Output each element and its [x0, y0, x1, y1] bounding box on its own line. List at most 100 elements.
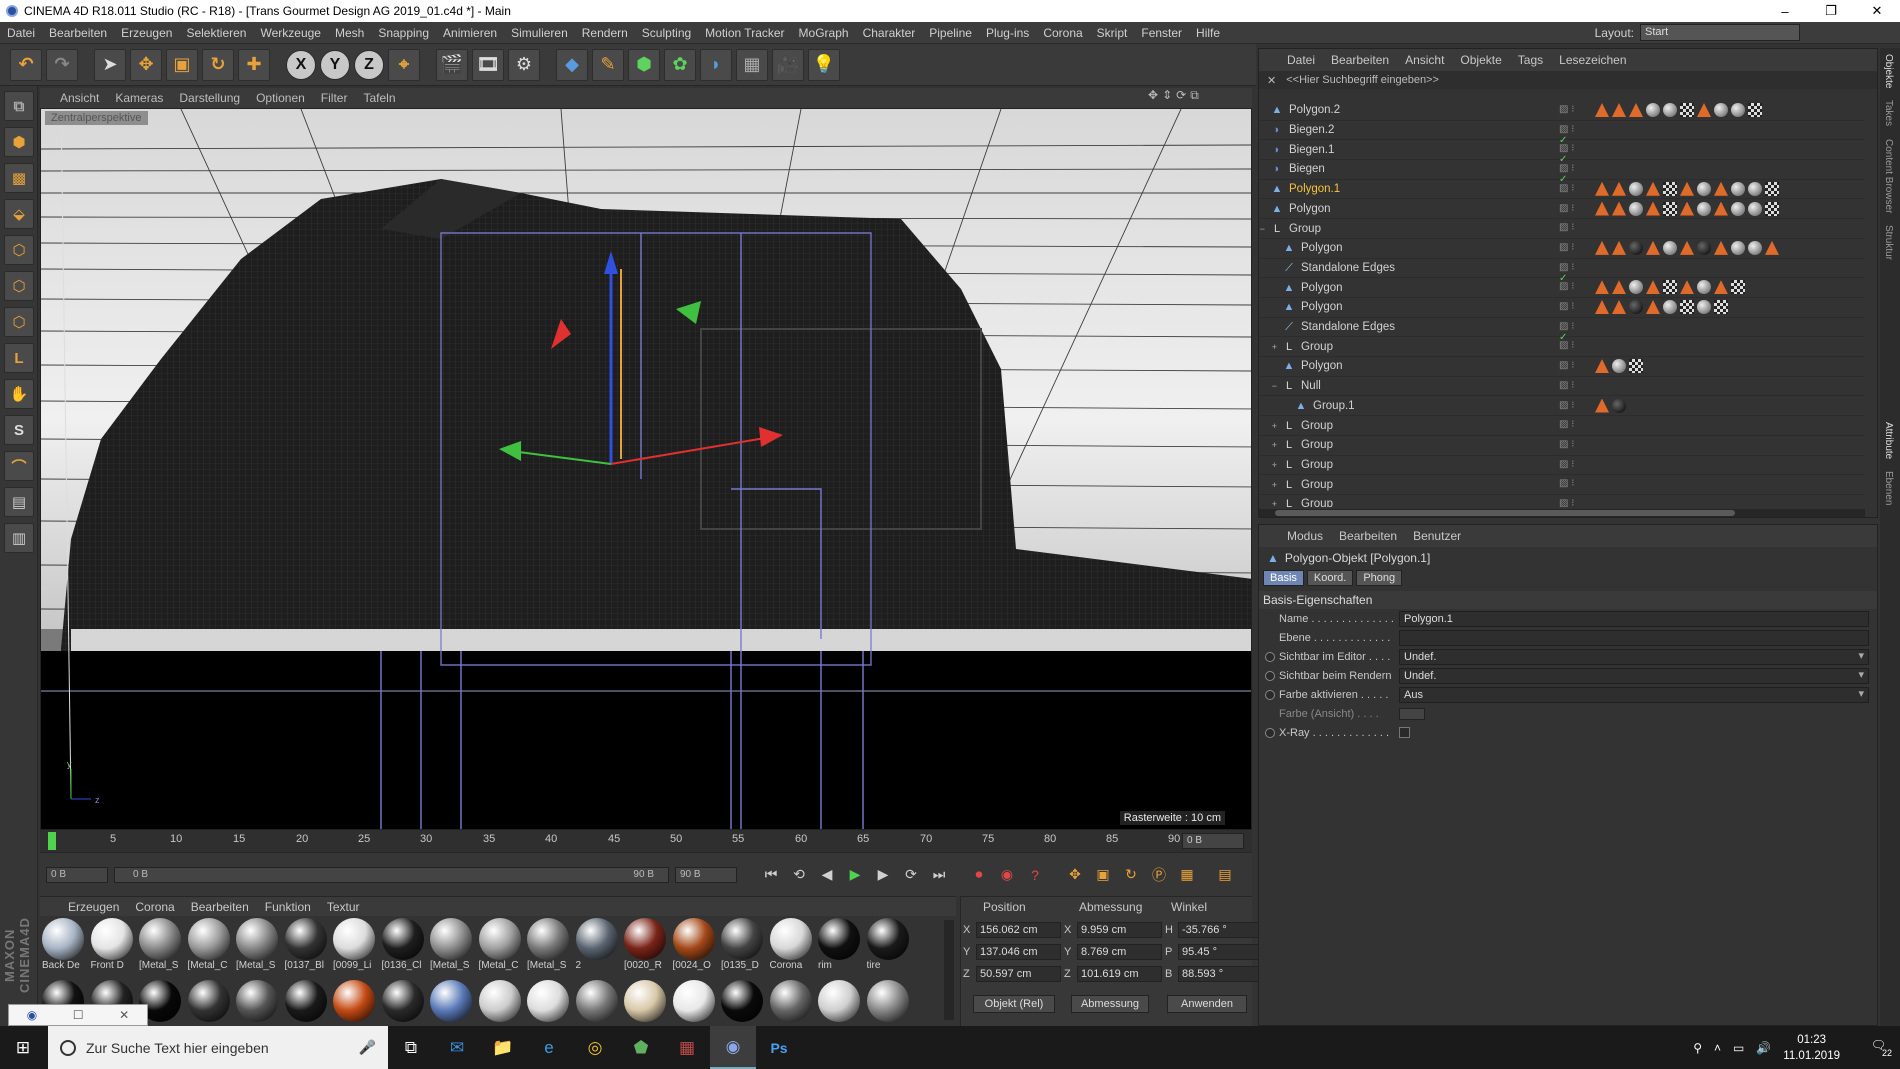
visibility-flags[interactable]: ▨ ⁝: [1559, 242, 1583, 256]
material-tag-icon[interactable]: [1629, 300, 1643, 314]
tree-expander[interactable]: +: [1259, 499, 1277, 507]
material-swatch[interactable]: [769, 980, 814, 1022]
tree-expander[interactable]: +: [1259, 460, 1277, 470]
material-swatch[interactable]: [624, 980, 668, 1022]
playhead-marker[interactable]: [48, 832, 56, 850]
tweak-mode-icon[interactable]: ✋: [4, 379, 34, 409]
object-row[interactable]: ⟋ Standalone Edges ▨ ⁝ ✓: [1259, 259, 1865, 284]
3d-viewport[interactable]: y z Zentralperspektive Rasterweite : 10 …: [40, 108, 1252, 830]
material-swatch[interactable]: [Metal_S: [430, 918, 474, 971]
object-menu-tags[interactable]: Tags: [1510, 53, 1551, 67]
material-swatch[interactable]: [527, 980, 571, 1022]
material-swatch[interactable]: [284, 980, 329, 1022]
material-swatch[interactable]: [0020_R: [624, 918, 668, 971]
next-key-icon[interactable]: ⟳: [899, 863, 923, 887]
uvw-tag-icon[interactable]: [1663, 181, 1677, 196]
rotation-field[interactable]: 88.593 °: [1178, 966, 1263, 982]
render-picture-viewer-icon[interactable]: 🎞: [472, 48, 504, 81]
model-mode-icon[interactable]: ⬢: [4, 127, 34, 157]
previous-frame-icon[interactable]: ◀: [815, 863, 839, 887]
edge-browser-icon[interactable]: e: [526, 1026, 572, 1069]
object-row[interactable]: ▲ Polygon ▨ ⁝: [1259, 278, 1865, 298]
visibility-flags[interactable]: ▨ ⁝ ✓: [1559, 321, 1583, 343]
visibility-flags[interactable]: ▨ ⁝: [1559, 459, 1583, 473]
snap-icon[interactable]: S: [4, 415, 34, 445]
rotation-field[interactable]: -35.766 °: [1178, 922, 1263, 938]
size-field[interactable]: 101.619 cm: [1077, 966, 1162, 982]
key-pla-icon[interactable]: ▦: [1175, 863, 1199, 887]
tree-expander[interactable]: +: [1259, 421, 1277, 431]
chrome-icon[interactable]: ◎: [572, 1026, 618, 1069]
phong-tag-icon[interactable]: [1680, 201, 1694, 216]
phong-tag-icon[interactable]: [1646, 201, 1660, 216]
material-swatch[interactable]: 2: [575, 918, 620, 971]
phong-tag-icon[interactable]: [1714, 201, 1728, 216]
object-row[interactable]: + L Group ▨ ⁝: [1259, 416, 1865, 436]
material-tag-icon[interactable]: [1731, 201, 1745, 216]
material-swatch[interactable]: [478, 980, 523, 1022]
taskbar-search-input[interactable]: Zur Suche Text hier eingeben: [86, 1040, 269, 1056]
menu-datei[interactable]: Datei: [0, 26, 42, 40]
object-row[interactable]: ▲ Polygon.2 ▨ ⁝: [1259, 101, 1865, 121]
phong-tag-icon[interactable]: [1612, 280, 1626, 295]
attribute-dropdown[interactable]: Undef.: [1399, 667, 1869, 684]
visibility-flags[interactable]: ▨ ⁝: [1559, 380, 1583, 394]
viewport-menu-tafeln[interactable]: Tafeln: [355, 91, 403, 105]
record-keys-icon[interactable]: ⏺: [967, 863, 991, 887]
undo-icon[interactable]: ↶: [10, 48, 42, 81]
material-swatch[interactable]: [Metal_S: [139, 918, 183, 971]
viewport-menu-darstellung[interactable]: Darstellung: [171, 91, 248, 105]
tray-chevron-icon[interactable]: ˄: [1714, 1041, 1721, 1055]
material-tag-icon[interactable]: [1731, 240, 1745, 255]
menu-erzeugen[interactable]: Erzeugen: [114, 26, 179, 40]
autokey-icon[interactable]: ◉: [995, 863, 1019, 887]
phong-tag-icon[interactable]: [1595, 103, 1609, 117]
tree-expander[interactable]: +: [1259, 480, 1277, 490]
magnet-icon[interactable]: ⌒: [4, 451, 34, 481]
attr-menu-benutzer[interactable]: Benutzer: [1405, 529, 1469, 543]
phong-tag-icon[interactable]: [1595, 280, 1609, 295]
menu-selektieren[interactable]: Selektieren: [179, 26, 253, 40]
sidetab-content-browser[interactable]: Content Browser: [1880, 133, 1897, 219]
key-rotation-icon[interactable]: ↻: [1119, 863, 1143, 887]
sidetab-ebenen[interactable]: Ebenen: [1880, 465, 1897, 511]
play-forward-icon[interactable]: ▶: [843, 863, 867, 887]
object-row[interactable]: ◗ Biegen.1 ▨ ⁝ ✓: [1259, 140, 1865, 165]
phong-tag-icon[interactable]: [1595, 359, 1609, 374]
phong-tag-icon[interactable]: [1612, 300, 1626, 314]
material-swatch[interactable]: [236, 980, 280, 1022]
object-row[interactable]: − L Group ▨ ⁝: [1259, 219, 1865, 239]
material-tag-icon[interactable]: [1697, 181, 1711, 196]
uvw-tag-icon[interactable]: [1680, 103, 1694, 117]
material-tag-icon[interactable]: [1612, 359, 1626, 374]
size-field[interactable]: 9.959 cm: [1077, 922, 1162, 938]
tree-expander[interactable]: +: [1259, 440, 1277, 450]
object-row[interactable]: + L Group ▨ ⁝: [1259, 475, 1865, 495]
next-frame-icon[interactable]: ▶: [871, 863, 895, 887]
object-row[interactable]: − L Null ▨ ⁝: [1259, 377, 1865, 397]
scale-tool-icon[interactable]: ▣: [166, 48, 198, 81]
object-menu-objekte[interactable]: Objekte: [1452, 53, 1509, 67]
material-swatch[interactable]: [0137_Bl: [284, 918, 329, 971]
point-mode-icon[interactable]: ⬡: [4, 235, 34, 265]
tree-expander[interactable]: −: [1259, 224, 1265, 234]
media-app-icon[interactable]: ▦: [664, 1026, 710, 1069]
menu-bearbeiten[interactable]: Bearbeiten: [42, 26, 114, 40]
coord-mode-dropdown[interactable]: Objekt (Rel): [973, 995, 1055, 1013]
viewport-menu-filter[interactable]: Filter: [313, 91, 356, 105]
camera-icon[interactable]: 🎥: [772, 48, 804, 81]
object-row[interactable]: ⟋ Standalone Edges ▨ ⁝ ✓: [1259, 318, 1865, 343]
redo-icon[interactable]: ↷: [46, 48, 78, 81]
material-swatch[interactable]: rim: [818, 918, 862, 971]
sidetab-attribute[interactable]: Attribute: [1880, 416, 1897, 465]
material-tag-icon[interactable]: [1748, 201, 1762, 216]
phong-tag-icon[interactable]: [1697, 103, 1711, 117]
object-list-scrollbar[interactable]: [1259, 509, 1865, 517]
viewport-menu-optionen[interactable]: Optionen: [248, 91, 313, 105]
phong-tag-icon[interactable]: [1765, 240, 1779, 255]
y-axis-lock-button[interactable]: Y: [320, 49, 350, 80]
visibility-flags[interactable]: ▨ ⁝: [1559, 419, 1583, 433]
uvw-tag-icon[interactable]: [1765, 201, 1779, 216]
tab-phong[interactable]: Phong: [1356, 570, 1403, 586]
animate-radio[interactable]: [1265, 670, 1275, 681]
